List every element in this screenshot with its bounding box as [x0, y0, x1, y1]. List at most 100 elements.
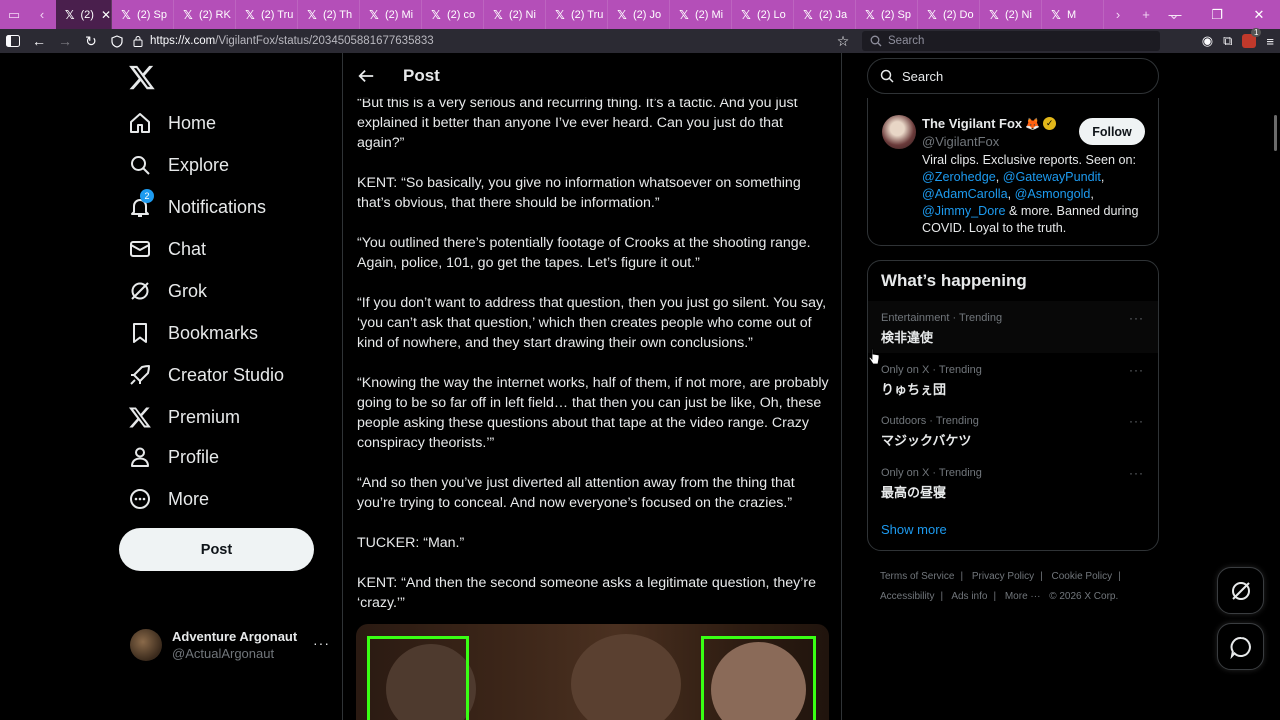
tab-scroll-left-icon[interactable]: ‹ [28, 0, 56, 29]
tab-label: (2) Tru [261, 8, 294, 21]
trend-item[interactable]: Entertainment · Trending 検非違使 ··· [868, 301, 1158, 353]
browser-tab[interactable]: 𝕏 (2) ✕ [56, 0, 112, 29]
tab-label: (2) RK [199, 8, 231, 21]
address-bar[interactable]: https://x.com/VigilantFox/status/2034505… [150, 35, 434, 47]
shield-icon[interactable] [104, 29, 130, 53]
follow-button[interactable]: Follow [1079, 118, 1145, 145]
post-paragraph: KENT: “So basically, you give no informa… [357, 175, 801, 211]
tab-overview-icon[interactable]: ▭ [0, 0, 28, 29]
browser-tab[interactable]: 𝕏 (2) co [422, 0, 484, 29]
messages-fab-button[interactable] [1217, 623, 1264, 670]
nav-item-explore[interactable]: Explore [128, 147, 229, 183]
nav-item-more[interactable]: More [128, 481, 209, 517]
bio-link-adamcarolla[interactable]: @AdamCarolla [922, 187, 1008, 201]
browser-tab[interactable]: 𝕏 (2) Mi [360, 0, 422, 29]
sidebar-toggle-icon[interactable] [0, 29, 26, 53]
footer-more[interactable]: More ··· [1005, 591, 1041, 602]
account-more-icon[interactable]: ··· [313, 635, 330, 651]
browser-tab[interactable]: 𝕏 (2) Tru [236, 0, 298, 29]
back-arrow-icon[interactable] [357, 67, 375, 85]
browser-tab[interactable]: 𝕏 (2) Tru [546, 0, 608, 29]
footer-accessibility[interactable]: Accessibility [880, 591, 934, 602]
trend-more-icon[interactable]: ··· [1129, 466, 1144, 480]
footer-cookie[interactable]: Cookie Policy [1052, 571, 1113, 582]
browser-tab[interactable]: 𝕏M [1042, 0, 1104, 29]
browser-search-field[interactable]: Search [862, 31, 1160, 51]
account-icon[interactable]: ◉ [1202, 33, 1213, 49]
nav-item-label: Premium [168, 406, 241, 427]
forward-icon[interactable]: → [52, 29, 78, 53]
back-icon[interactable]: ← [26, 29, 52, 53]
restore-icon[interactable]: ❐ [1196, 0, 1238, 29]
page-scrollbar[interactable] [1274, 115, 1277, 151]
trend-more-icon[interactable]: ··· [1129, 311, 1144, 325]
nav-item-label: Notifications [168, 196, 267, 217]
nav-item-bookmarks[interactable]: Bookmarks [128, 315, 258, 351]
search-icon [128, 153, 152, 177]
x-favicon-icon: 𝕏 [555, 7, 565, 22]
browser-toolbar: ← → ↻ https://x.com/VigilantFox/status/2… [0, 28, 1280, 53]
grok-fab-button[interactable] [1217, 567, 1264, 614]
search-input[interactable]: Search [867, 58, 1159, 94]
profile-name-row[interactable]: The Vigilant Fox 🦊 ✓ [922, 116, 1057, 131]
trend-category: Outdoors · Trending [881, 415, 979, 427]
browser-tab[interactable]: 𝕏 (2) Sp [112, 0, 174, 29]
post-button[interactable]: Post [119, 528, 314, 571]
bio-link-gatewaypundit[interactable]: @GatewayPundit [1003, 170, 1101, 184]
nav-item-label: More [168, 488, 210, 509]
browser-tab[interactable]: 𝕏 (2) Ni [980, 0, 1042, 29]
trend-item[interactable]: Only on X · Trending 最高の昼寝 ··· [868, 456, 1158, 508]
x-favicon-icon: 𝕏 [617, 7, 627, 22]
tab-label: (2) Tru [571, 8, 604, 21]
nav-item-profile[interactable]: Profile [128, 439, 219, 475]
tab-scroll-right-icon[interactable]: › [1104, 0, 1132, 29]
close-window-icon[interactable]: ✕ [1238, 0, 1280, 29]
x-favicon-icon: 𝕏 [1051, 7, 1061, 22]
ublock-icon[interactable]: 1 [1242, 28, 1262, 48]
tab-label: (2) Sp [137, 8, 167, 21]
browser-tab[interactable]: 𝕏 (2) Jo [608, 0, 670, 29]
bookmark-star-icon[interactable]: ☆ [830, 29, 856, 53]
browser-tab[interactable]: 𝕏 (2) Mi [670, 0, 732, 29]
nav-item-creator-studio[interactable]: Creator Studio [128, 357, 284, 393]
browser-tab[interactable]: 𝕏 (2) Sp [856, 0, 918, 29]
browser-tab[interactable]: 𝕏 (2) RK [174, 0, 236, 29]
trend-more-icon[interactable]: ··· [1129, 363, 1144, 377]
x-icon [128, 405, 152, 429]
footer-privacy[interactable]: Privacy Policy [972, 571, 1034, 582]
trend-name: 検非違使 [881, 330, 934, 345]
profile-handle[interactable]: @VigilantFox [922, 134, 999, 149]
minimize-icon[interactable]: — [1154, 0, 1196, 29]
nav-item-notifications[interactable]: 2 Notifications [128, 189, 266, 225]
browser-tab[interactable]: 𝕏 (2) Lo [732, 0, 794, 29]
trend-more-icon[interactable]: ··· [1129, 414, 1144, 428]
nav-item-premium[interactable]: Premium [128, 399, 240, 435]
trend-name: りゅちぇ団 [881, 382, 947, 397]
bio-link-zerohedge[interactable]: @Zerohedge [922, 170, 996, 184]
trend-item[interactable]: Only on X · Trending りゅちぇ団 ··· [868, 353, 1158, 405]
browser-tab[interactable]: 𝕏 (2) Ja [794, 0, 856, 29]
show-more-link[interactable]: Show more [881, 522, 947, 537]
footer-terms[interactable]: Terms of Service [880, 571, 954, 582]
lock-icon[interactable] [130, 29, 146, 53]
profile-avatar[interactable] [882, 115, 916, 149]
trend-item[interactable]: Outdoors · Trending マジックバケツ ··· [868, 404, 1158, 456]
highlight-box-right [701, 636, 816, 720]
browser-tab[interactable]: 𝕏 (2) Do [918, 0, 980, 29]
nav-item-grok[interactable]: Grok [128, 273, 207, 309]
reload-icon[interactable]: ↻ [78, 29, 104, 53]
nav-item-chat[interactable]: Chat [128, 231, 206, 267]
post-text: “But this is a very serious and recurrin… [357, 93, 833, 633]
post-video-thumbnail[interactable] [356, 624, 829, 720]
extensions-icon[interactable]: ⧉ [1223, 33, 1232, 49]
bio-link-asmongold[interactable]: @Asmongold [1015, 187, 1091, 201]
x-logo-icon[interactable] [128, 63, 156, 91]
browser-tab[interactable]: 𝕏 (2) Ni [484, 0, 546, 29]
account-switcher[interactable]: Adventure Argonaut @ActualArgonaut ··· [130, 625, 330, 665]
menu-icon[interactable]: ≡ [1266, 34, 1274, 49]
nav-item-home[interactable]: Home [128, 105, 216, 141]
footer-ads[interactable]: Ads info [951, 591, 987, 602]
tab-close-icon[interactable]: ✕ [101, 8, 111, 22]
bio-link-jimmydore[interactable]: @Jimmy_Dore [922, 204, 1005, 218]
browser-tab[interactable]: 𝕏 (2) Th [298, 0, 360, 29]
